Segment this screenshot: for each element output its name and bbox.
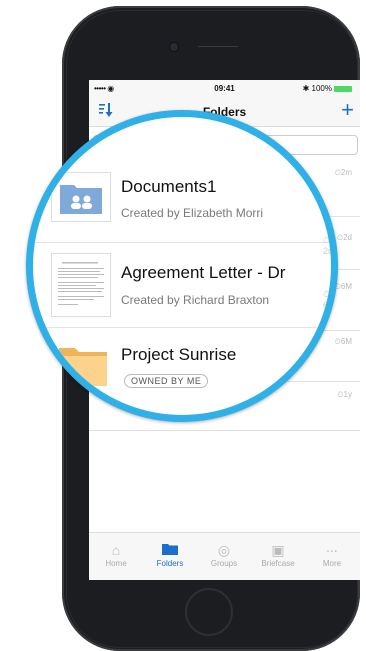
tab-label: Groups [210, 559, 238, 568]
item-title: Agreement Letter - Dr [121, 263, 286, 282]
battery-icon [334, 85, 352, 92]
item-title: Project Sunrise [121, 345, 237, 364]
shared-folder-icon [51, 172, 111, 222]
list-item-project-sunrise[interactable]: Project Sunrise OWNED BY ME [33, 328, 331, 415]
groups-icon: ◎ [217, 542, 231, 558]
list-item-documents1[interactable]: Documents1 Created by Elizabeth Morri [33, 117, 331, 243]
battery-label: ✱ 100% [302, 84, 332, 93]
item-title: Documents1 [121, 177, 217, 196]
tab-label: More [322, 559, 342, 568]
camera-icon [170, 43, 178, 51]
folder-glyph [59, 348, 107, 386]
item-subtitle: Created by Elizabeth Morri [121, 206, 264, 220]
tab-groups[interactable]: ◎ Groups [197, 541, 251, 568]
tab-home[interactable]: ⌂ Home [89, 541, 143, 568]
item-time: ⏲6M [334, 282, 352, 291]
tab-label: Briefcase [261, 559, 295, 568]
shared-folder-glyph [60, 185, 102, 214]
item-time: ⏲1y [337, 390, 352, 399]
tab-bar: ⌂ Home Folders ◎ Groups ▣ Briefcase ∙∙∙ More [89, 532, 360, 580]
document-glyph [58, 262, 104, 305]
document-thumbnail [51, 253, 111, 317]
status-bar: ••••• ◉ 09:41 ✱ 100% [89, 80, 360, 96]
speaker-grille [198, 46, 238, 47]
folder-icon [143, 541, 197, 559]
item-time: ⏲2d [336, 233, 352, 242]
tab-briefcase[interactable]: ▣ Briefcase [251, 541, 305, 568]
owned-badge: OWNED BY ME [124, 374, 209, 388]
home-button[interactable] [185, 588, 233, 636]
item-subtitle: Created by Richard Braxton [121, 293, 270, 307]
folder-glyph [162, 544, 178, 555]
home-icon: ⌂ [111, 542, 121, 558]
folder-icon [51, 340, 109, 388]
item-time: ⏲6M [334, 337, 352, 346]
magnifier-callout: Documents1 Created by Elizabeth Morri Ag… [26, 110, 338, 422]
item-time: ⏲2d [323, 235, 334, 256]
item-time: ⏲2m [334, 168, 352, 177]
tab-folders[interactable]: Folders [143, 541, 197, 568]
tab-more[interactable]: ∙∙∙ More [305, 541, 359, 568]
battery-status: ✱ 100% [303, 84, 352, 93]
briefcase-icon: ▣ [271, 542, 285, 558]
more-icon: ∙∙∙ [326, 542, 338, 558]
list-item-agreement-letter[interactable]: Agreement Letter - Dr Created by Richard… [33, 243, 331, 328]
tab-label: Folders [156, 559, 184, 568]
tab-label: Home [105, 559, 127, 568]
add-button[interactable]: + [341, 97, 354, 123]
